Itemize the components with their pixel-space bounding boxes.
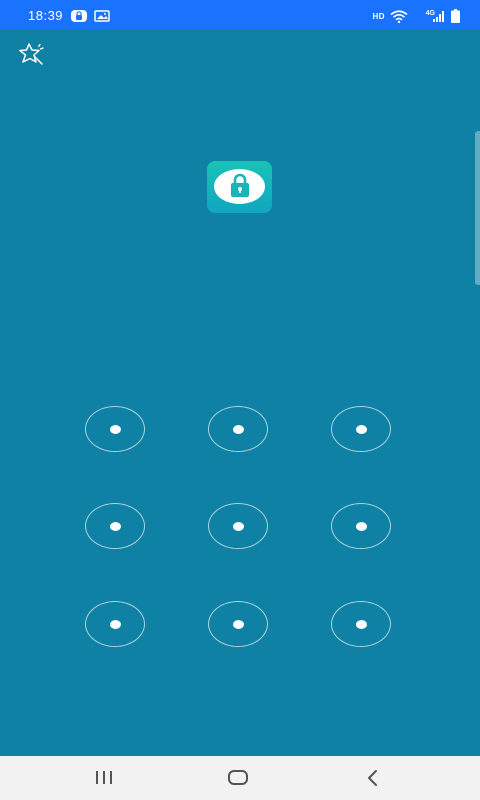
navigation-bar: [0, 756, 480, 800]
pattern-lock-grid: [0, 30, 480, 756]
pattern-dot-center: [109, 521, 121, 531]
pattern-dot-7[interactable]: [85, 601, 145, 647]
pattern-dot-8[interactable]: [208, 601, 268, 647]
battery-icon: [451, 9, 460, 23]
pattern-dot-center: [355, 424, 367, 434]
pattern-dot-center: [355, 521, 367, 531]
pattern-dot-center: [109, 424, 121, 434]
pattern-dot-center: [232, 619, 244, 629]
pattern-dot-2[interactable]: [208, 406, 268, 452]
pattern-dot-center: [232, 424, 244, 434]
home-icon[interactable]: [218, 764, 258, 792]
pattern-dot-6[interactable]: [331, 503, 391, 549]
pattern-dot-center: [232, 521, 244, 531]
pattern-dot-1[interactable]: [85, 406, 145, 452]
hd-indicator: HD: [372, 12, 385, 21]
wifi-icon: [390, 10, 408, 23]
pattern-dot-3[interactable]: [331, 406, 391, 452]
pattern-dot-5[interactable]: [208, 503, 268, 549]
lock-screen: [0, 30, 480, 756]
pattern-dot-center: [109, 619, 121, 629]
pattern-dot-center: [355, 619, 367, 629]
pattern-dot-9[interactable]: [331, 601, 391, 647]
status-time: 18:39: [28, 8, 64, 23]
image-notification-icon: [94, 10, 110, 22]
pattern-dot-4[interactable]: [85, 503, 145, 549]
back-icon[interactable]: [352, 764, 392, 792]
recent-apps-icon[interactable]: [84, 764, 124, 792]
lock-notification-icon: [71, 10, 87, 22]
status-bar: 18:39 HD 4G: [0, 0, 480, 30]
signal-icon: [433, 11, 444, 22]
